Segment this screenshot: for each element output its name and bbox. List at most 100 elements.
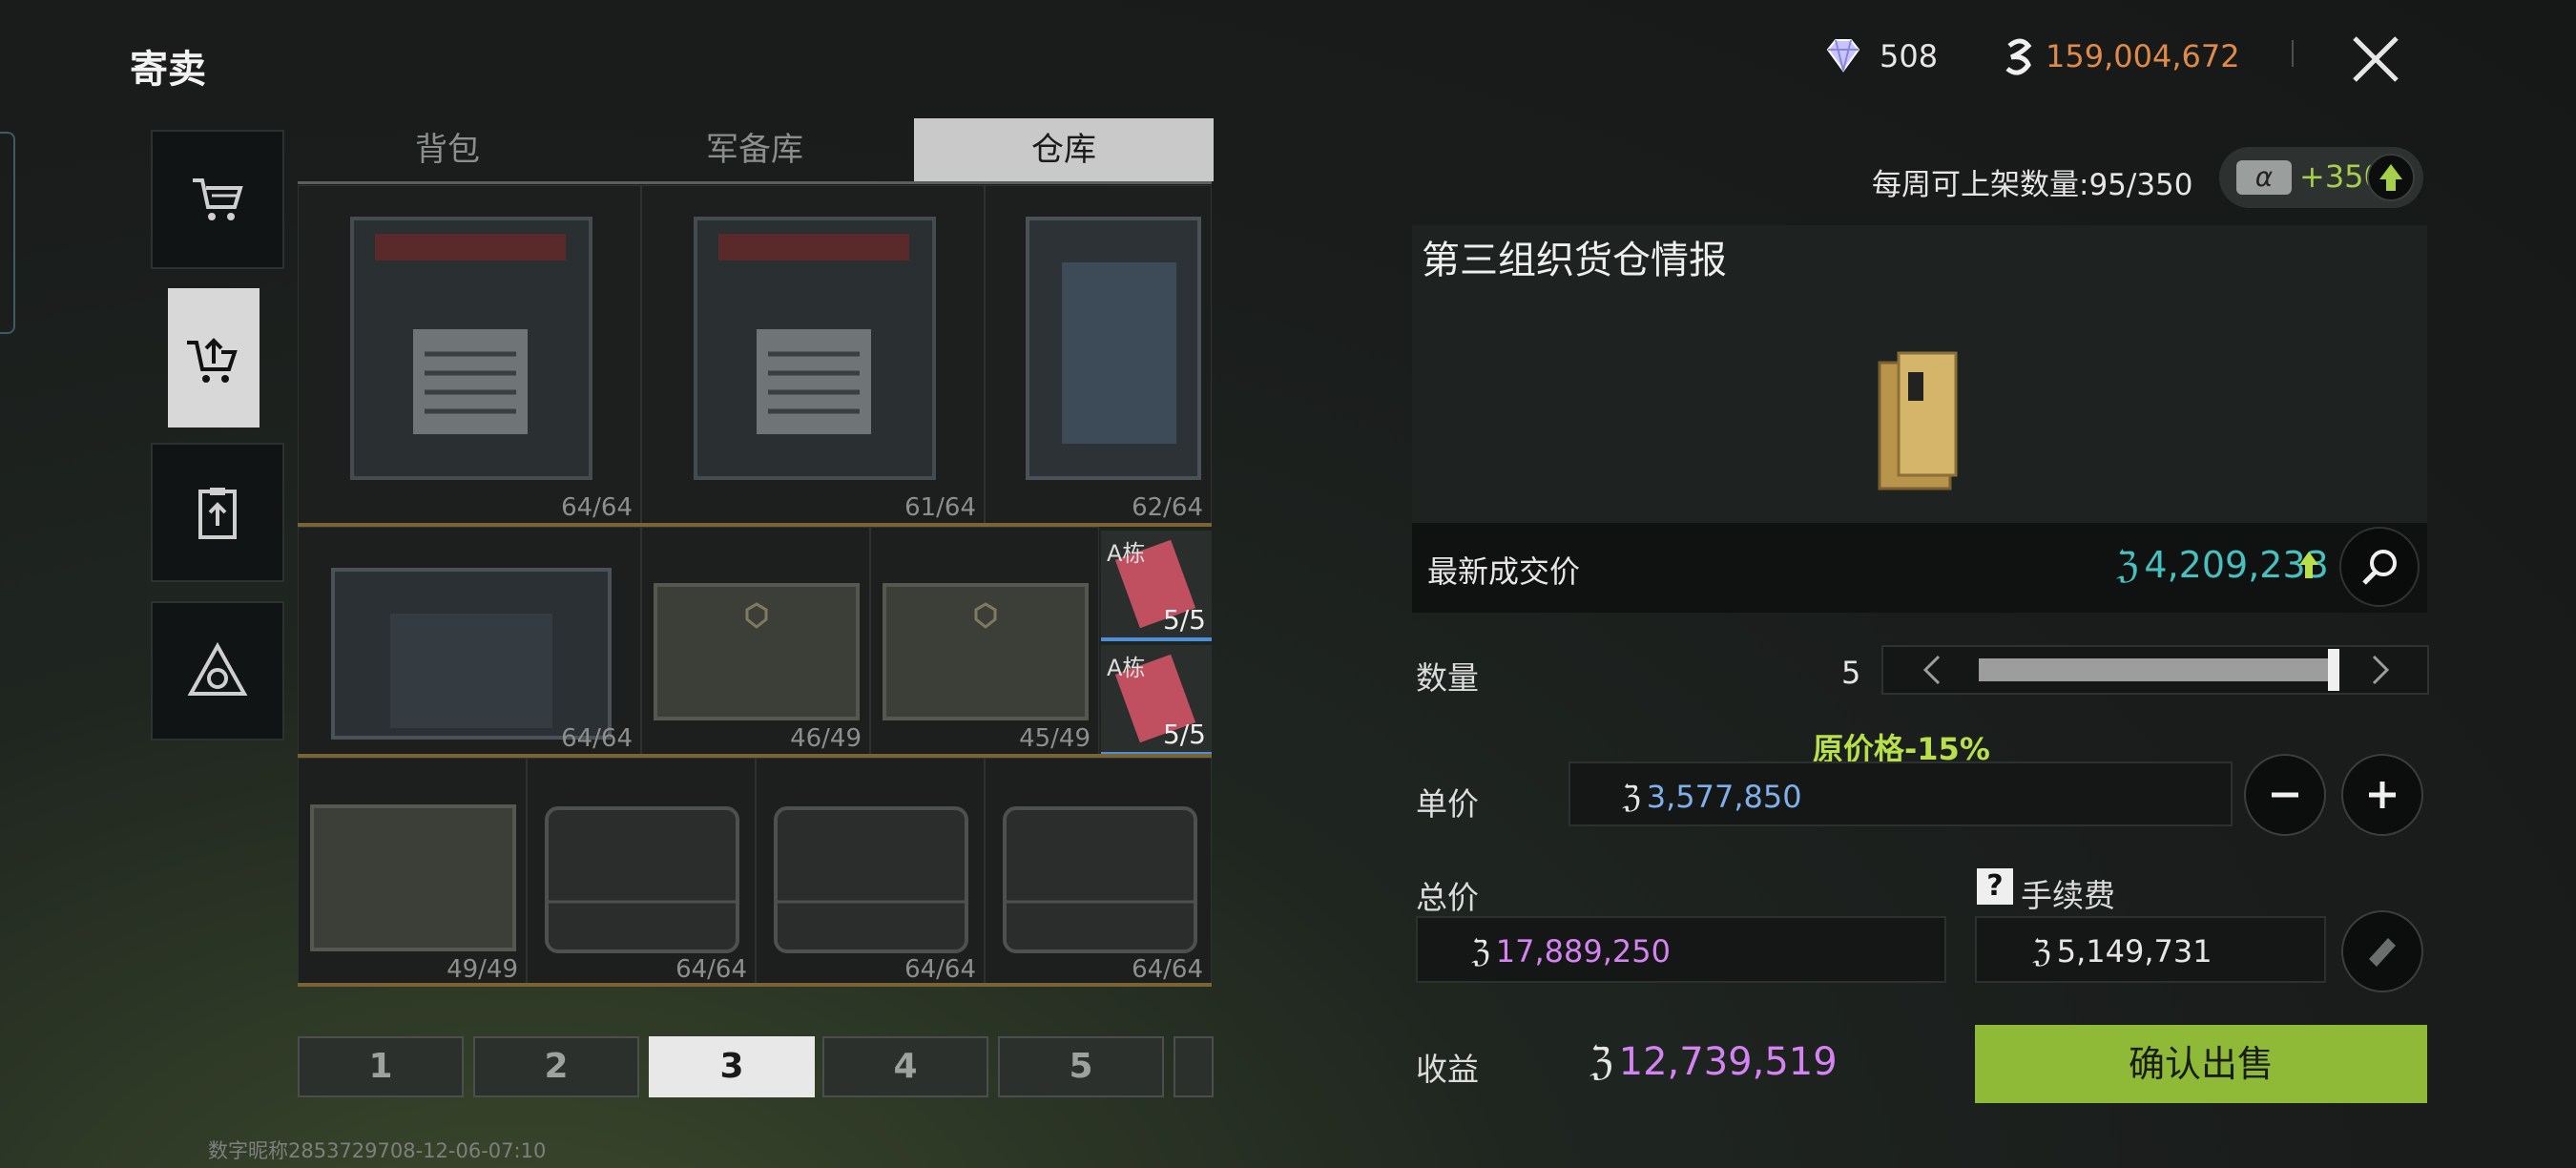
- briefcase-image: [1003, 806, 1197, 953]
- item-tag: A栋: [1107, 655, 1146, 681]
- crate-image: [350, 217, 592, 480]
- briefcase-image: [774, 806, 968, 953]
- edge-handle[interactable]: [0, 132, 15, 334]
- chevron-right-icon[interactable]: [2366, 653, 2395, 687]
- divider: [2292, 40, 2294, 67]
- item-count: 5/5: [1162, 604, 1206, 636]
- fee-help-icon[interactable]: ?: [1977, 868, 2013, 905]
- coin-count: 159,004,672: [2046, 38, 2240, 74]
- item-count: 45/49: [1019, 724, 1091, 753]
- total-price-label: 总价: [1416, 879, 1479, 916]
- page-button-4[interactable]: 4: [822, 1036, 988, 1097]
- quantity-value: 5: [1841, 655, 1861, 691]
- coin-icon: ℨ: [2116, 544, 2139, 586]
- item-count: 64/64: [675, 955, 747, 984]
- sidebar-item-sell[interactable]: [168, 288, 260, 428]
- tab-armory[interactable]: 军备库: [605, 118, 904, 181]
- coin-icon: ℨ: [2032, 933, 2051, 970]
- sidebar-item-listings[interactable]: [151, 443, 284, 582]
- close-button[interactable]: [2336, 19, 2416, 99]
- upgrade-arrow-icon[interactable]: [2366, 153, 2416, 202]
- item-count: 49/49: [447, 955, 518, 984]
- tab-bar: 背包 军备库 仓库: [298, 118, 1214, 183]
- coin-icon: [2005, 38, 2032, 75]
- unit-price-label: 单价: [1416, 785, 1479, 823]
- chevron-left-icon[interactable]: [1918, 653, 1946, 687]
- grid-item-intel[interactable]: A栋 5/5: [1101, 645, 1212, 756]
- slider-handle[interactable]: [2328, 649, 2339, 691]
- coin-icon: ℨ: [1589, 1040, 1613, 1084]
- grid-item[interactable]: 49/49: [298, 758, 527, 987]
- item-name: 第三组织货仓情报: [1422, 239, 1727, 282]
- fee-label: 手续费: [2021, 877, 2115, 914]
- item-tag: A栋: [1107, 540, 1146, 567]
- profit-value: ℨ 12,739,519: [1589, 1040, 1838, 1084]
- page-title: 寄卖: [130, 48, 206, 92]
- box-image: [654, 583, 860, 720]
- page-button-1[interactable]: 1: [298, 1036, 464, 1097]
- item-count: 5/5: [1162, 719, 1206, 750]
- item-count: 64/64: [561, 493, 633, 522]
- case-image: [331, 568, 612, 740]
- pager: 1 2 3 4 5: [298, 1036, 1214, 1099]
- briefcase-image: [545, 806, 739, 953]
- page-button-5[interactable]: 5: [998, 1036, 1164, 1097]
- grid-item[interactable]: 64/64: [298, 527, 641, 756]
- decrease-price-button[interactable]: [2244, 754, 2326, 836]
- price-up-arrow-icon: [2299, 552, 2318, 578]
- coin-icon: ℨ: [1622, 779, 1641, 815]
- fee-value: ℨ 5,149,731: [2032, 933, 2212, 970]
- triangle-logo-icon: [187, 641, 248, 696]
- fee-ticket-button[interactable]: [2341, 910, 2423, 992]
- unit-price-value: ℨ 3,577,850: [1622, 779, 1802, 815]
- profit-label: 收益: [1416, 1051, 1479, 1088]
- item-count: 64/64: [1132, 955, 1203, 984]
- quantity-label: 数量: [1416, 659, 1479, 697]
- page-button-3[interactable]: 3: [649, 1036, 815, 1097]
- item-count: 61/64: [904, 493, 976, 522]
- item-count: 46/49: [790, 724, 862, 753]
- total-price-value: ℨ 17,889,250: [1471, 933, 1671, 970]
- coin-icon: ℨ: [1471, 933, 1490, 970]
- grid-item[interactable]: 62/64: [985, 185, 1212, 525]
- increase-price-button[interactable]: [2341, 754, 2423, 836]
- ticket-icon: [2369, 938, 2396, 967]
- alpha-icon: α: [2236, 160, 2292, 195]
- cart-icon: [193, 178, 243, 220]
- confirm-sale-button[interactable]: 确认出售: [1975, 1025, 2427, 1103]
- minus-icon: [2272, 792, 2298, 798]
- box-image: [883, 583, 1089, 720]
- grid-item[interactable]: 64/64: [527, 758, 756, 987]
- grid-item[interactable]: 64/64: [756, 758, 985, 987]
- cart-upload-icon: [187, 338, 238, 383]
- gem-count: 508: [1880, 38, 1939, 74]
- grid-item[interactable]: 64/64: [985, 758, 1212, 987]
- page-button-6[interactable]: [1174, 1036, 1214, 1097]
- clipboard-upload-icon: [198, 488, 237, 539]
- grid-item[interactable]: 46/49: [641, 527, 870, 756]
- grid-item[interactable]: 61/64: [641, 185, 985, 525]
- search-icon: [2362, 550, 2397, 585]
- gem-icon: [1826, 39, 1860, 73]
- intel-folder-image: [1878, 351, 1958, 490]
- tab-warehouse[interactable]: 仓库: [914, 118, 1214, 181]
- tab-backpack[interactable]: 背包: [298, 118, 597, 181]
- grid-item[interactable]: 64/64: [298, 185, 641, 525]
- slider-track: [1979, 658, 2332, 681]
- item-count: 62/64: [1132, 493, 1203, 522]
- grid-item[interactable]: 45/49: [870, 527, 1099, 756]
- plus-icon: [2369, 782, 2396, 808]
- crate-image: [694, 217, 936, 480]
- row-divider: [298, 983, 1212, 987]
- search-button[interactable]: [2339, 527, 2420, 607]
- latest-price-label: 最新成交价: [1427, 553, 1581, 590]
- sidebar-item-logo[interactable]: [151, 601, 284, 740]
- watermark-text: 数字昵称2853729708-12-06-07:10: [208, 1139, 547, 1162]
- grid-item-intel[interactable]: A栋 5/5: [1101, 531, 1212, 641]
- weekly-listing-limit: 每周可上架数量:95/350: [1872, 168, 2193, 202]
- item-count: 64/64: [561, 724, 633, 753]
- item-count: 64/64: [904, 955, 976, 984]
- sidebar-item-buy[interactable]: [151, 130, 284, 269]
- page-button-2[interactable]: 2: [473, 1036, 639, 1097]
- tab-underline: [298, 181, 1212, 184]
